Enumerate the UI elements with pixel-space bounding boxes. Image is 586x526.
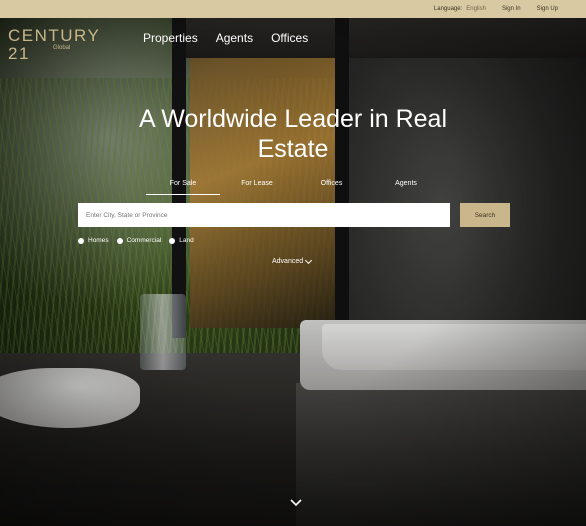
headline-line-2: Estate	[257, 135, 329, 163]
radio-land-label: Land	[179, 237, 194, 244]
chevron-down-icon	[305, 256, 313, 264]
search-button[interactable]: Search	[460, 203, 510, 227]
nav-offices[interactable]: Offices	[271, 31, 308, 45]
tab-for-sale[interactable]: For Sale	[146, 178, 220, 195]
radio-homes-label: Homes	[88, 237, 109, 244]
language-label: Language:	[433, 6, 463, 12]
hero-headline: A Worldwide Leader in Real Estate	[0, 104, 586, 164]
sign-up-link[interactable]: Sign Up	[537, 6, 558, 12]
advanced-label: Advanced	[272, 258, 304, 265]
radio-dot[interactable]	[169, 237, 176, 244]
main-nav: CENTURY 21 Global Properties Agents Offi…	[0, 18, 586, 63]
brand-logo[interactable]: CENTURY 21 Global	[8, 27, 128, 63]
nav-properties[interactable]: Properties	[143, 31, 198, 45]
advanced-search-toggle[interactable]: Advanced	[272, 256, 313, 265]
headline-line-1: A Worldwide Leader in Real	[138, 105, 448, 133]
language-selector[interactable]: Language: English	[434, 6, 486, 12]
nav-links: Properties Agents Offices	[143, 31, 308, 45]
radio-dot[interactable]	[78, 237, 84, 244]
radio-commercial-label: Commercial	[126, 237, 162, 244]
property-type-options: Homes Commercial Land	[78, 237, 194, 244]
tab-for-lease[interactable]: For Lease	[220, 178, 294, 194]
hero-background-image	[0, 18, 586, 526]
search-tabs: For Sale For Lease Offices Agents	[146, 178, 443, 195]
radio-homes[interactable]: Homes	[78, 237, 109, 244]
radio-commercial[interactable]: Commercial	[116, 237, 162, 244]
brand-subtitle: Global	[53, 45, 71, 51]
radio-dot[interactable]	[116, 237, 123, 244]
language-value: English	[466, 6, 486, 12]
sign-in-link[interactable]: Sign In	[502, 6, 521, 12]
radio-land[interactable]: Land	[169, 237, 194, 244]
tab-agents[interactable]: Agents	[369, 178, 443, 194]
hero-section: CENTURY 21 Global Properties Agents Offi…	[0, 18, 586, 526]
utility-bar: Language: English Sign In Sign Up	[0, 0, 586, 18]
location-search-input[interactable]	[78, 203, 450, 227]
utility-links: Language: English Sign In Sign Up	[434, 0, 558, 18]
nav-agents[interactable]: Agents	[216, 31, 253, 45]
tab-offices[interactable]: Offices	[294, 178, 369, 194]
scroll-down-icon[interactable]	[289, 496, 303, 510]
